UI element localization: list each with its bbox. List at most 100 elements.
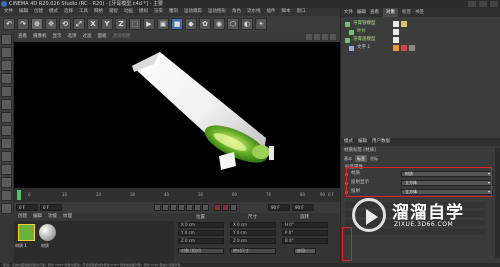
coord-size-x[interactable]: X 0 cm [230, 222, 276, 228]
menu-item-mograph[interactable]: 运动图形 [208, 8, 226, 16]
make-editable-icon[interactable] [1, 34, 12, 45]
polygons-mode-icon[interactable] [1, 112, 12, 123]
menu-item-mesh[interactable]: 网格 [94, 8, 103, 16]
render-picture-viewer-icon[interactable]: ▣ [157, 18, 169, 30]
menu-item-pipeline[interactable]: 流水线 [247, 8, 261, 16]
edges-mode-icon[interactable] [1, 99, 12, 110]
menu-item-character[interactable]: 角色 [232, 8, 241, 16]
coord-size-y[interactable]: Y 0 cm [230, 230, 276, 236]
deformer-icon[interactable]: ◉ [213, 18, 225, 30]
objects-menu-edit[interactable]: 编辑 [357, 8, 366, 17]
material-swatch-2[interactable] [39, 224, 56, 241]
object-row[interactable]: 牙膏管模型 [341, 20, 500, 28]
current-frame-field[interactable]: 0 F [40, 204, 62, 211]
coord-rot-h[interactable]: H 0° [282, 222, 328, 228]
coord-pos-x[interactable]: X 0 cm [178, 222, 224, 228]
autokey-icon[interactable] [222, 204, 229, 211]
attribute-menu-edit[interactable]: 编辑 [358, 138, 367, 146]
next-key-icon[interactable] [194, 204, 201, 211]
viewport-menu-cameras[interactable]: 摄像机 [33, 32, 47, 42]
material-menu-edit[interactable]: 编辑 [33, 213, 42, 221]
menu-item-motion-tracker[interactable]: 运动跟踪 [184, 8, 202, 16]
coord-rot-b[interactable]: B 0° [282, 238, 328, 244]
object-row[interactable]: 牙膏盖模型 [341, 36, 500, 44]
menu-item-animate[interactable]: 动画 [124, 8, 133, 16]
cube-primitive-icon[interactable]: ■ [171, 18, 183, 30]
solo-icon[interactable] [1, 177, 12, 188]
scale-icon[interactable]: ⤢ [73, 18, 85, 30]
minimize-button[interactable] [468, 1, 476, 7]
material-menu-function[interactable]: 功能 [48, 213, 57, 221]
menu-item-sculpt[interactable]: 雕刻 [169, 8, 178, 16]
attribute-scrollbar[interactable] [495, 148, 500, 258]
material-tag-icon[interactable] [401, 21, 407, 27]
object-label[interactable]: 文字 1 [357, 44, 370, 52]
subtab-coord[interactable]: 坐标 [370, 155, 378, 162]
menu-item-simulate[interactable]: 模拟 [139, 8, 148, 16]
texture-mode-icon[interactable] [1, 60, 12, 71]
undo-icon[interactable]: ↶ [3, 18, 15, 30]
attribute-menu-userdata[interactable]: 用户数据 [372, 138, 390, 146]
keyframe-selection-icon[interactable] [230, 204, 237, 211]
maximize-button[interactable] [479, 1, 487, 7]
texture-tag-icon[interactable] [409, 45, 415, 51]
viewport-zoom-icon[interactable] [314, 34, 320, 40]
record-icon[interactable] [214, 204, 221, 211]
layer-icon[interactable] [1, 203, 12, 214]
objects-menu-file[interactable]: 文件 [344, 8, 353, 17]
objects-menu-view[interactable]: 查看 [370, 8, 379, 17]
next-frame-icon[interactable] [186, 204, 193, 211]
rotate-icon[interactable]: ⟲ [59, 18, 71, 30]
coord-size-mode-select[interactable]: 绝对尺寸 [230, 248, 276, 254]
close-button[interactable] [490, 1, 498, 7]
grid-icon[interactable] [1, 190, 12, 201]
warning-tag-icon[interactable] [393, 45, 399, 51]
workplane-icon[interactable] [1, 73, 12, 84]
timeline[interactable]: 0 10 20 30 40 50 60 70 80 90 0 F [14, 188, 340, 202]
material-menu-texture[interactable]: 纹理 [63, 213, 72, 221]
phong-tag-icon[interactable] [393, 29, 399, 35]
objects-menu-tags[interactable]: 标签 [402, 8, 411, 17]
viewport-pan-icon[interactable] [306, 34, 312, 40]
menu-item-select[interactable]: 选择 [64, 8, 73, 16]
viewport-rotate-icon[interactable] [322, 34, 328, 40]
camera-icon[interactable]: ◐ [241, 18, 253, 30]
menu-item-window[interactable]: 窗口 [297, 8, 306, 16]
viewport-layout-icon[interactable] [330, 34, 336, 40]
x-axis-icon[interactable]: X [87, 18, 99, 30]
coord-pos-z[interactable]: Z 0 cm [178, 238, 224, 244]
menu-item-render[interactable]: 渲染 [154, 8, 163, 16]
prev-key-icon[interactable] [162, 204, 169, 211]
scene-object-icon[interactable]: ⬡ [227, 18, 239, 30]
object-label[interactable]: 牙膏管模型 [353, 20, 376, 28]
points-mode-icon[interactable] [1, 86, 12, 97]
menu-item-create[interactable]: 创建 [34, 8, 43, 16]
cross-tag-icon[interactable] [401, 45, 407, 51]
menu-item-plugins[interactable]: 插件 [267, 8, 276, 16]
tweak-mode-icon[interactable] [1, 138, 12, 149]
attribute-menu-mode[interactable]: 模式 [344, 138, 353, 146]
material-swatch-1[interactable] [18, 224, 35, 241]
viewport-menu-panel[interactable]: 面板 [98, 32, 107, 42]
viewport-menu-display[interactable]: 显示 [53, 32, 62, 42]
subtab-basic[interactable]: 基本 [344, 155, 352, 162]
objects-menu-bookmarks[interactable]: 书签 [415, 8, 424, 17]
viewport-menu-view[interactable]: 查看 [18, 32, 27, 42]
end-frame-field[interactable]: 90 F [268, 204, 290, 211]
phong-tag-icon[interactable] [393, 37, 399, 43]
menu-item-file[interactable]: 文件 [4, 8, 13, 16]
object-label[interactable]: 牙膏盖模型 [353, 36, 376, 44]
y-axis-icon[interactable]: Y [101, 18, 113, 30]
generator-icon[interactable]: ✿ [199, 18, 211, 30]
start-frame-field[interactable]: 0 F [16, 204, 38, 211]
workplane-lock-icon[interactable] [1, 164, 12, 175]
coord-pos-y[interactable]: Y 0 cm [178, 230, 224, 236]
live-select-icon[interactable]: ⊕ [31, 18, 43, 30]
object-row[interactable]: 叶片 [341, 28, 500, 36]
axis-mode-icon[interactable] [1, 125, 12, 136]
goto-start-icon[interactable] [154, 204, 161, 211]
coord-size-z[interactable]: Z 0 cm [230, 238, 276, 244]
apply-button[interactable]: 应用 [294, 248, 316, 254]
3d-viewport[interactable] [14, 42, 340, 188]
goto-end-icon[interactable] [202, 204, 209, 211]
